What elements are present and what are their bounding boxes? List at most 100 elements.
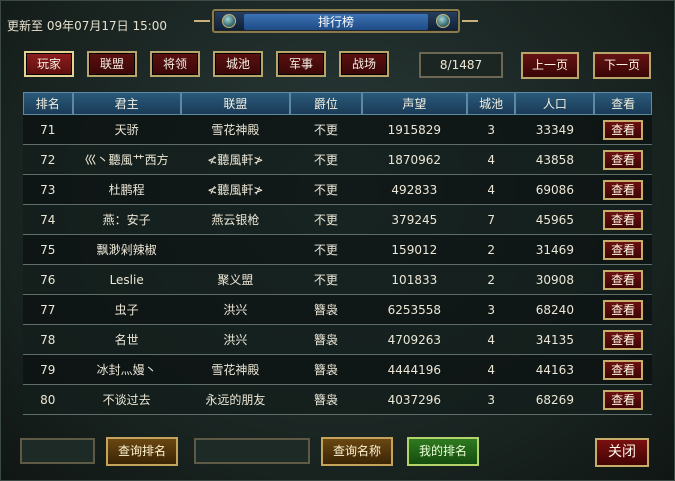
col-header-lord[interactable]: 君主 [72, 92, 181, 115]
cell-view: 查看 [594, 385, 652, 415]
table-row: 71 天骄 雪花神殿 不更 1915829 3 33349 查看 [23, 115, 652, 145]
cell-cities: 2 [466, 235, 516, 265]
cell-cities: 3 [466, 385, 516, 415]
table-header-row: 排名 君主 联盟 爵位 声望 城池 人口 查看 [23, 92, 652, 115]
col-header-cities[interactable]: 城池 [466, 92, 516, 115]
cell-alliance: 洪兴 [180, 325, 290, 355]
cell-population: 43858 [515, 145, 595, 175]
cell-population: 44163 [515, 355, 595, 385]
cell-alliance: 雪花神殿 [180, 355, 290, 385]
cell-cities: 3 [466, 295, 516, 325]
tab-cities[interactable]: 城池 [213, 51, 263, 77]
rank-query-input[interactable] [20, 438, 95, 464]
cell-rank: 73 [23, 175, 73, 205]
cell-prestige: 4444196 [361, 355, 467, 385]
query-rank-button[interactable]: 查询排名 [106, 437, 178, 466]
cell-alliance: ≮聽風軒≯ [180, 145, 290, 175]
view-button[interactable]: 查看 [603, 269, 644, 290]
ranking-window: 更新至 09年07月17日 15:00 排行榜 玩家 联盟 将领 城池 军事 战… [0, 0, 675, 481]
cell-population: 69086 [515, 175, 595, 205]
cell-cities: 4 [466, 325, 516, 355]
window-title: 排行榜 [244, 14, 428, 30]
cell-view: 查看 [594, 235, 652, 265]
prev-page-button[interactable]: 上一页 [521, 52, 579, 79]
view-button[interactable]: 查看 [603, 359, 644, 380]
cell-population: 30908 [515, 265, 595, 295]
cell-title: 不更 [289, 145, 362, 175]
cell-prestige: 4037296 [361, 385, 467, 415]
cell-lord: 天骄 [72, 115, 181, 145]
col-header-population[interactable]: 人口 [515, 92, 595, 115]
col-header-alliance[interactable]: 联盟 [180, 92, 290, 115]
page-counter: 8/1487 [419, 52, 503, 78]
cell-population: 68269 [515, 385, 595, 415]
table-row: 77 虫子 洪兴 簪袅 6253558 3 68240 查看 [23, 295, 652, 325]
table-row: 78 名世 洪兴 簪袅 4709263 4 34135 查看 [23, 325, 652, 355]
title-bar: 排行榜 [194, 9, 478, 33]
cell-population: 34135 [515, 325, 595, 355]
next-page-button[interactable]: 下一页 [593, 52, 651, 79]
cell-rank: 76 [23, 265, 73, 295]
cell-rank: 74 [23, 205, 73, 235]
cell-title: 簪袅 [289, 295, 362, 325]
view-button[interactable]: 查看 [603, 239, 644, 260]
cell-view: 查看 [594, 355, 652, 385]
cell-alliance: 洪兴 [180, 295, 290, 325]
cell-view: 查看 [594, 205, 652, 235]
cell-population: 45965 [515, 205, 595, 235]
cell-title: 簪袅 [289, 385, 362, 415]
view-button[interactable]: 查看 [603, 299, 644, 320]
cell-prestige: 4709263 [361, 325, 467, 355]
cell-alliance: 聚义盟 [180, 265, 290, 295]
table-row: 75 飘渺剁辣椒 不更 159012 2 31469 查看 [23, 235, 652, 265]
cell-prestige: 101833 [361, 265, 467, 295]
view-button[interactable]: 查看 [603, 209, 644, 230]
view-button[interactable]: 查看 [603, 149, 644, 170]
cell-cities: 2 [466, 265, 516, 295]
my-rank-button[interactable]: 我的排名 [407, 437, 479, 466]
cell-lord: 名世 [72, 325, 181, 355]
cell-title: 不更 [289, 205, 362, 235]
cell-rank: 78 [23, 325, 73, 355]
table-row: 72 巛丶聽風艹西方 ≮聽風軒≯ 不更 1870962 4 43858 查看 [23, 145, 652, 175]
ranking-table: 排名 君主 联盟 爵位 声望 城池 人口 查看 71 天骄 雪花神殿 不更 19… [23, 92, 652, 415]
col-header-prestige[interactable]: 声望 [361, 92, 467, 115]
table-row: 73 杜鹏程 ≮聽風軒≯ 不更 492833 4 69086 查看 [23, 175, 652, 205]
cell-prestige: 379245 [361, 205, 467, 235]
name-query-input[interactable] [194, 438, 310, 464]
cell-rank: 71 [23, 115, 73, 145]
cell-title: 不更 [289, 235, 362, 265]
title-ornament-right [462, 20, 478, 22]
cell-alliance: 雪花神殿 [180, 115, 290, 145]
view-button[interactable]: 查看 [603, 329, 644, 350]
cell-title: 不更 [289, 265, 362, 295]
title-ornament-left [194, 20, 210, 22]
close-button[interactable]: 关闭 [595, 438, 649, 467]
orb-icon-left [222, 14, 236, 28]
cell-alliance: 永远的朋友 [180, 385, 290, 415]
cell-view: 查看 [594, 295, 652, 325]
cell-view: 查看 [594, 145, 652, 175]
tab-military[interactable]: 军事 [276, 51, 326, 77]
view-button[interactable]: 查看 [603, 389, 644, 410]
cell-lord: 飘渺剁辣椒 [72, 235, 181, 265]
tab-generals[interactable]: 将领 [150, 51, 200, 77]
cell-lord: 虫子 [72, 295, 181, 325]
tab-battlefield[interactable]: 战场 [339, 51, 389, 77]
view-button[interactable]: 查看 [603, 119, 644, 140]
cell-title: 簪袅 [289, 325, 362, 355]
query-name-button[interactable]: 查询名称 [321, 437, 393, 466]
tab-players[interactable]: 玩家 [24, 51, 74, 77]
cell-prestige: 1870962 [361, 145, 467, 175]
col-header-title[interactable]: 爵位 [289, 92, 362, 115]
orb-icon-right [436, 14, 450, 28]
tab-alliances[interactable]: 联盟 [87, 51, 137, 77]
table-row: 74 燕：安子 燕云银枪 不更 379245 7 45965 查看 [23, 205, 652, 235]
view-button[interactable]: 查看 [603, 179, 644, 200]
cell-rank: 72 [23, 145, 73, 175]
table-row: 80 不谈过去 永远的朋友 簪袅 4037296 3 68269 查看 [23, 385, 652, 415]
col-header-rank[interactable]: 排名 [23, 92, 73, 115]
cell-title: 簪袅 [289, 355, 362, 385]
cell-population: 31469 [515, 235, 595, 265]
cell-view: 查看 [594, 115, 652, 145]
